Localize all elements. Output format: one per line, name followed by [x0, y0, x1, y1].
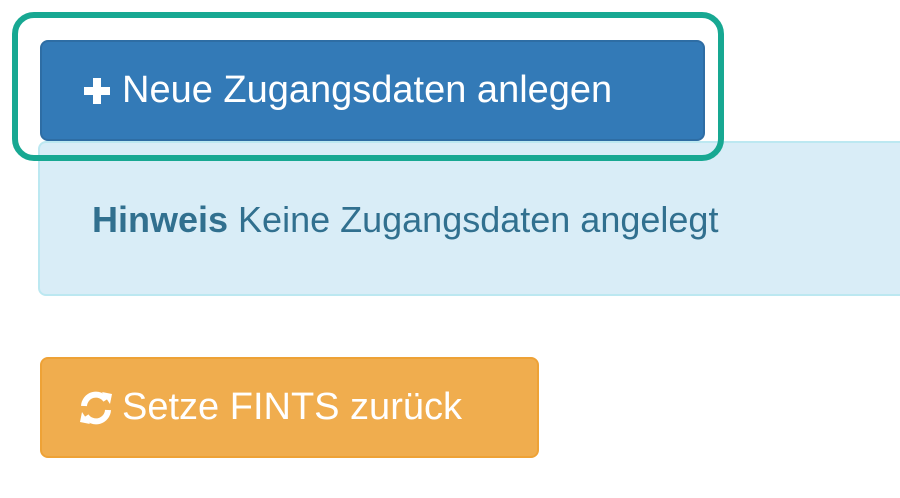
reset-fints-button[interactable]: Setze FINTS zurück	[40, 357, 539, 458]
alert-title: Hinweis	[92, 199, 229, 240]
reset-fints-label: Setze FINTS zurück	[122, 386, 462, 428]
refresh-icon	[76, 388, 116, 428]
highlight-ring	[12, 12, 724, 161]
alert-message: Keine Zugangsdaten angelegt	[238, 199, 719, 240]
info-alert: Hinweis Keine Zugangsdaten angelegt	[38, 141, 900, 296]
alert-text: Hinweis Keine Zugangsdaten angelegt	[92, 199, 718, 241]
page: Neue Zugangsdaten anlegen Hinweis Keine Z…	[0, 0, 900, 498]
